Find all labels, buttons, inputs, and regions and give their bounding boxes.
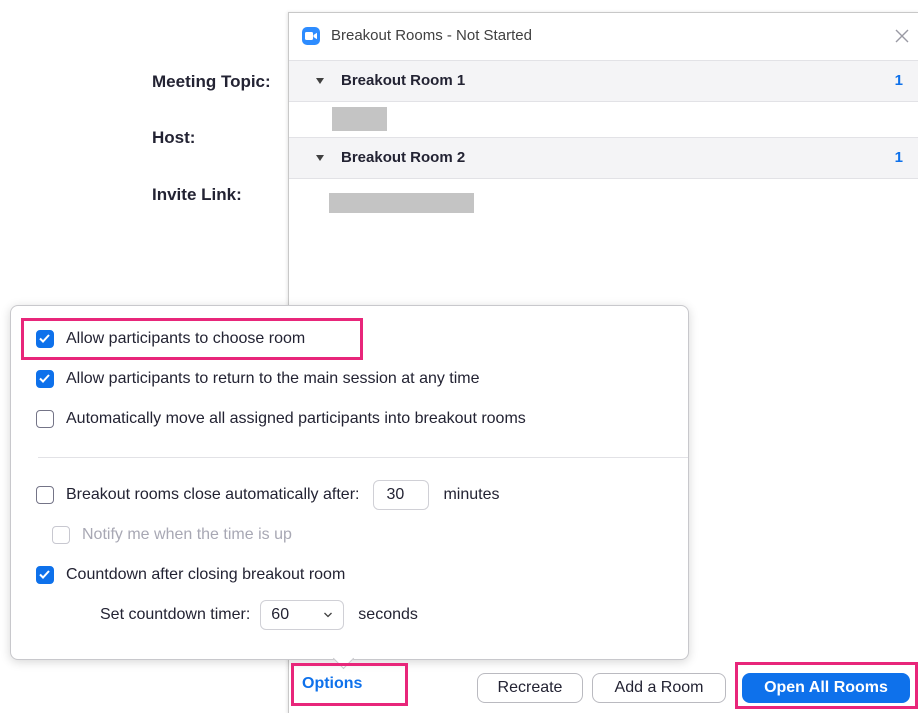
countdown-timer-select[interactable]: 60 xyxy=(260,600,345,630)
highlight-open-all xyxy=(735,662,918,709)
room-participant-count: 1 xyxy=(894,72,903,89)
countdown-option[interactable]: Countdown after closing breakout room xyxy=(36,566,345,584)
option-label: Automatically move all assigned particip… xyxy=(66,410,526,427)
meeting-topic-label: Meeting Topic: xyxy=(152,72,271,91)
seconds-unit-label: seconds xyxy=(358,606,418,623)
close-minutes-input[interactable]: 30 xyxy=(373,480,430,510)
checkbox-checked[interactable] xyxy=(36,370,54,388)
zoom-app-icon xyxy=(302,27,320,45)
checkbox-checked[interactable] xyxy=(36,566,54,584)
minutes-unit-label: minutes xyxy=(443,486,500,503)
redacted-participant-name xyxy=(332,107,387,131)
room-header-1[interactable]: Breakout Room 1 1 xyxy=(289,60,918,102)
checkbox-disabled xyxy=(52,526,70,544)
countdown-timer-row: Set countdown timer: 60 seconds xyxy=(100,600,418,630)
window-title: Breakout Rooms - Not Started xyxy=(331,27,532,44)
room-name: Breakout Room 1 xyxy=(341,72,466,89)
countdown-timer-label: Set countdown timer: xyxy=(100,606,251,623)
select-value: 60 xyxy=(271,606,290,623)
option-label: Notify me when the time is up xyxy=(82,526,292,543)
chevron-down-icon xyxy=(324,612,333,618)
checkmark-icon xyxy=(39,374,50,383)
notify-option: Notify me when the time is up xyxy=(52,526,292,544)
host-label: Host: xyxy=(152,128,196,147)
highlight-options xyxy=(291,663,408,706)
screen: Meeting Topic: Host: Invite Link: Breako… xyxy=(0,0,918,713)
option-label: Allow participants to return to the main… xyxy=(66,370,480,387)
caret-down-icon xyxy=(316,78,324,84)
room-participant-count: 1 xyxy=(894,149,903,166)
option-label: Breakout rooms close automatically after… xyxy=(66,486,360,503)
room-name: Breakout Room 2 xyxy=(341,149,466,166)
caret-down-icon xyxy=(316,155,324,161)
invite-link-label: Invite Link: xyxy=(152,185,242,204)
highlight-allow-choose xyxy=(21,318,363,360)
add-room-button[interactable]: Add a Room xyxy=(592,673,726,703)
options-divider xyxy=(38,457,688,458)
close-icon[interactable] xyxy=(891,25,913,47)
window-titlebar: Breakout Rooms - Not Started xyxy=(289,13,918,59)
recreate-button[interactable]: Recreate xyxy=(477,673,583,703)
room-header-2[interactable]: Breakout Room 2 1 xyxy=(289,137,918,179)
option-label: Countdown after closing breakout room xyxy=(66,566,346,583)
checkmark-icon xyxy=(39,570,50,579)
checkbox-unchecked[interactable] xyxy=(36,486,54,504)
checkbox-unchecked[interactable] xyxy=(36,410,54,428)
auto-move-option[interactable]: Automatically move all assigned particip… xyxy=(36,410,526,428)
auto-close-option[interactable]: Breakout rooms close automatically after… xyxy=(36,480,500,510)
redacted-participant-name xyxy=(329,193,474,213)
allow-return-option[interactable]: Allow participants to return to the main… xyxy=(36,370,480,388)
